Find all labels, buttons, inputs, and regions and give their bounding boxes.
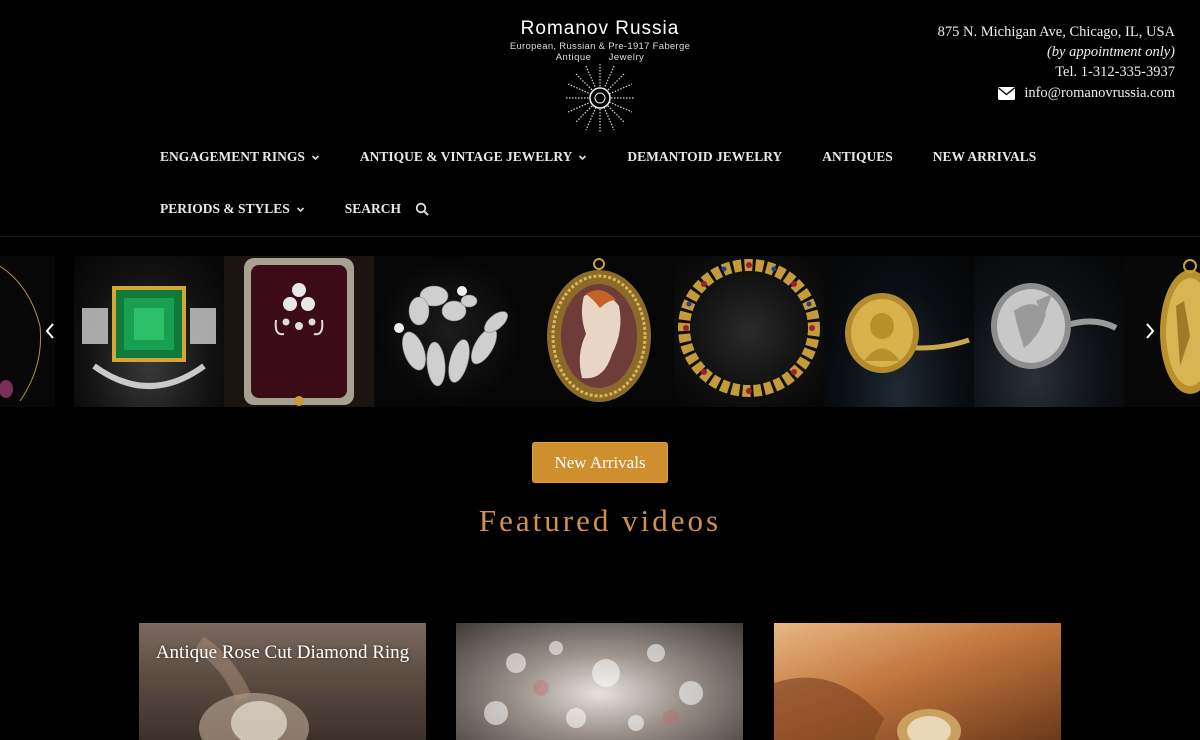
nav-new-arrivals[interactable]: NEW ARRIVALS xyxy=(933,149,1036,165)
nav-antiques[interactable]: ANTIQUES xyxy=(822,149,893,165)
address: 875 N. Michigan Ave, Chicago, IL, USA xyxy=(937,24,1175,40)
nav-label: SEARCH xyxy=(344,201,402,216)
nav-label: NEW ARRIVALS xyxy=(932,149,1037,164)
logo-title: Romanov Russia xyxy=(520,18,680,39)
featured-videos-heading: Featured videos xyxy=(478,503,722,538)
header-divider xyxy=(0,236,1200,237)
carousel-item-diamond-brooch-box[interactable] xyxy=(224,256,374,407)
nav-label: ENGAGEMENT RINGS xyxy=(160,149,305,164)
video-card[interactable] xyxy=(774,623,1061,740)
product-carousel xyxy=(0,256,1200,407)
star-order-icon xyxy=(566,64,634,132)
chevron-down-icon xyxy=(311,154,319,160)
carousel-item-emerald-ring[interactable] xyxy=(74,256,224,407)
mail-icon xyxy=(998,86,1016,100)
carousel-item-gold-pendant[interactable] xyxy=(1124,256,1200,407)
nav-search[interactable]: SEARCH xyxy=(345,201,429,217)
nav-label: ANTIQUE & VINTAGE JEWELRY xyxy=(359,149,573,164)
email-link[interactable]: info@romanovrussia.com xyxy=(998,83,1175,103)
contact-info: 875 N. Michigan Ave, Chicago, IL, USA (b… xyxy=(938,22,1175,106)
video-card[interactable] xyxy=(456,623,743,740)
chevron-down-icon xyxy=(296,206,304,212)
carousel-item-floral-brooch[interactable] xyxy=(374,256,524,407)
main-nav: ENGAGEMENT RINGS ANTIQUE & VINTAGE JEWEL… xyxy=(160,149,1076,165)
logo-subtitle: European, Russian & Pre-1917 Faberge xyxy=(509,41,691,52)
main-nav-row-2: PERIODS & STYLES SEARCH xyxy=(160,201,429,217)
nav-label: DEMANTOID JEWELRY xyxy=(627,149,783,164)
nav-antique-vintage-jewelry[interactable]: ANTIQUE & VINTAGE JEWELRY xyxy=(360,149,587,165)
phone-link[interactable]: Tel. 1-312-335-3937 xyxy=(938,62,1175,82)
search-icon xyxy=(415,202,429,216)
carousel-item-gold-bracelet[interactable] xyxy=(674,256,824,407)
carousel-item-gold-signet-ring[interactable] xyxy=(824,256,974,407)
chevron-left-icon[interactable] xyxy=(43,318,57,344)
nav-demantoid-jewelry[interactable]: DEMANTOID JEWELRY xyxy=(627,149,782,165)
carousel-item-silver-intaglio-ring[interactable] xyxy=(974,256,1124,407)
appointment-note: (by appointment only) xyxy=(1046,44,1175,60)
chevron-down-icon xyxy=(579,154,587,160)
nav-engagement-rings[interactable]: ENGAGEMENT RINGS xyxy=(160,149,320,165)
new-arrivals-button[interactable]: New Arrivals xyxy=(532,442,668,483)
nav-periods-styles[interactable]: PERIODS & STYLES xyxy=(160,201,305,217)
email-text: info@romanovrussia.com xyxy=(1024,85,1175,101)
nav-label: ANTIQUES xyxy=(822,149,893,164)
video-card[interactable]: Antique Rose Cut Diamond Ring xyxy=(139,623,426,740)
nav-label: PERIODS & STYLES xyxy=(160,201,290,216)
carousel-item-cameo-pendant[interactable] xyxy=(524,256,674,407)
video-title: Antique Rose Cut Diamond Ring xyxy=(155,642,410,663)
chevron-right-icon[interactable] xyxy=(1143,318,1157,344)
site-logo[interactable]: Romanov Russia European, Russian & Pre-1… xyxy=(480,18,720,132)
